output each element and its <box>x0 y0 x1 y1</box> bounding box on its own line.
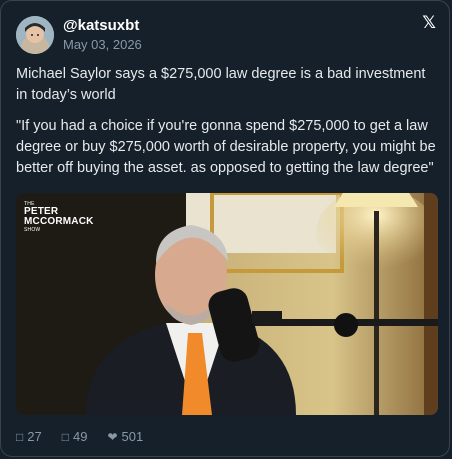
tweet-paragraph: "If you had a choice if you're gonna spe… <box>16 118 436 176</box>
heart-icon: ❤ <box>107 429 118 444</box>
show-logo: THE PETER MCCORMACK SHOW <box>24 201 94 233</box>
tweet-text: Michael Saylor says a $275,000 law degre… <box>16 64 436 189</box>
video-thumbnail[interactable]: THE PETER MCCORMACK SHOW <box>16 193 438 415</box>
post-date[interactable]: May 03, 2026 <box>63 37 142 52</box>
tweet-card[interactable]: @katsuxbt May 03, 2026 𝕏 Michael Saylor … <box>0 0 450 457</box>
tweet-paragraph: Michael Saylor says a $275,000 law degre… <box>16 66 426 103</box>
retweet-icon: □ <box>61 429 69 444</box>
avatar[interactable] <box>16 16 54 54</box>
reply-count: 27 <box>27 429 42 444</box>
reply-button[interactable]: □ 27 <box>16 429 42 444</box>
show-logo-small2: SHOW <box>24 227 41 233</box>
retweet-count: 49 <box>72 429 88 444</box>
reply-icon: □ <box>16 429 24 444</box>
like-count: 501 <box>121 429 144 444</box>
retweet-button[interactable]: □ 49 <box>62 429 88 444</box>
show-logo-line2: MCCORMACK <box>24 216 94 227</box>
author-handle[interactable]: @katsuxbt <box>63 17 139 34</box>
like-button[interactable]: ❤ 501 <box>107 429 143 444</box>
tweet-actions: □ 27 □ 49 ❤ 501 <box>16 429 143 444</box>
x-logo-icon[interactable]: 𝕏 <box>422 13 436 33</box>
